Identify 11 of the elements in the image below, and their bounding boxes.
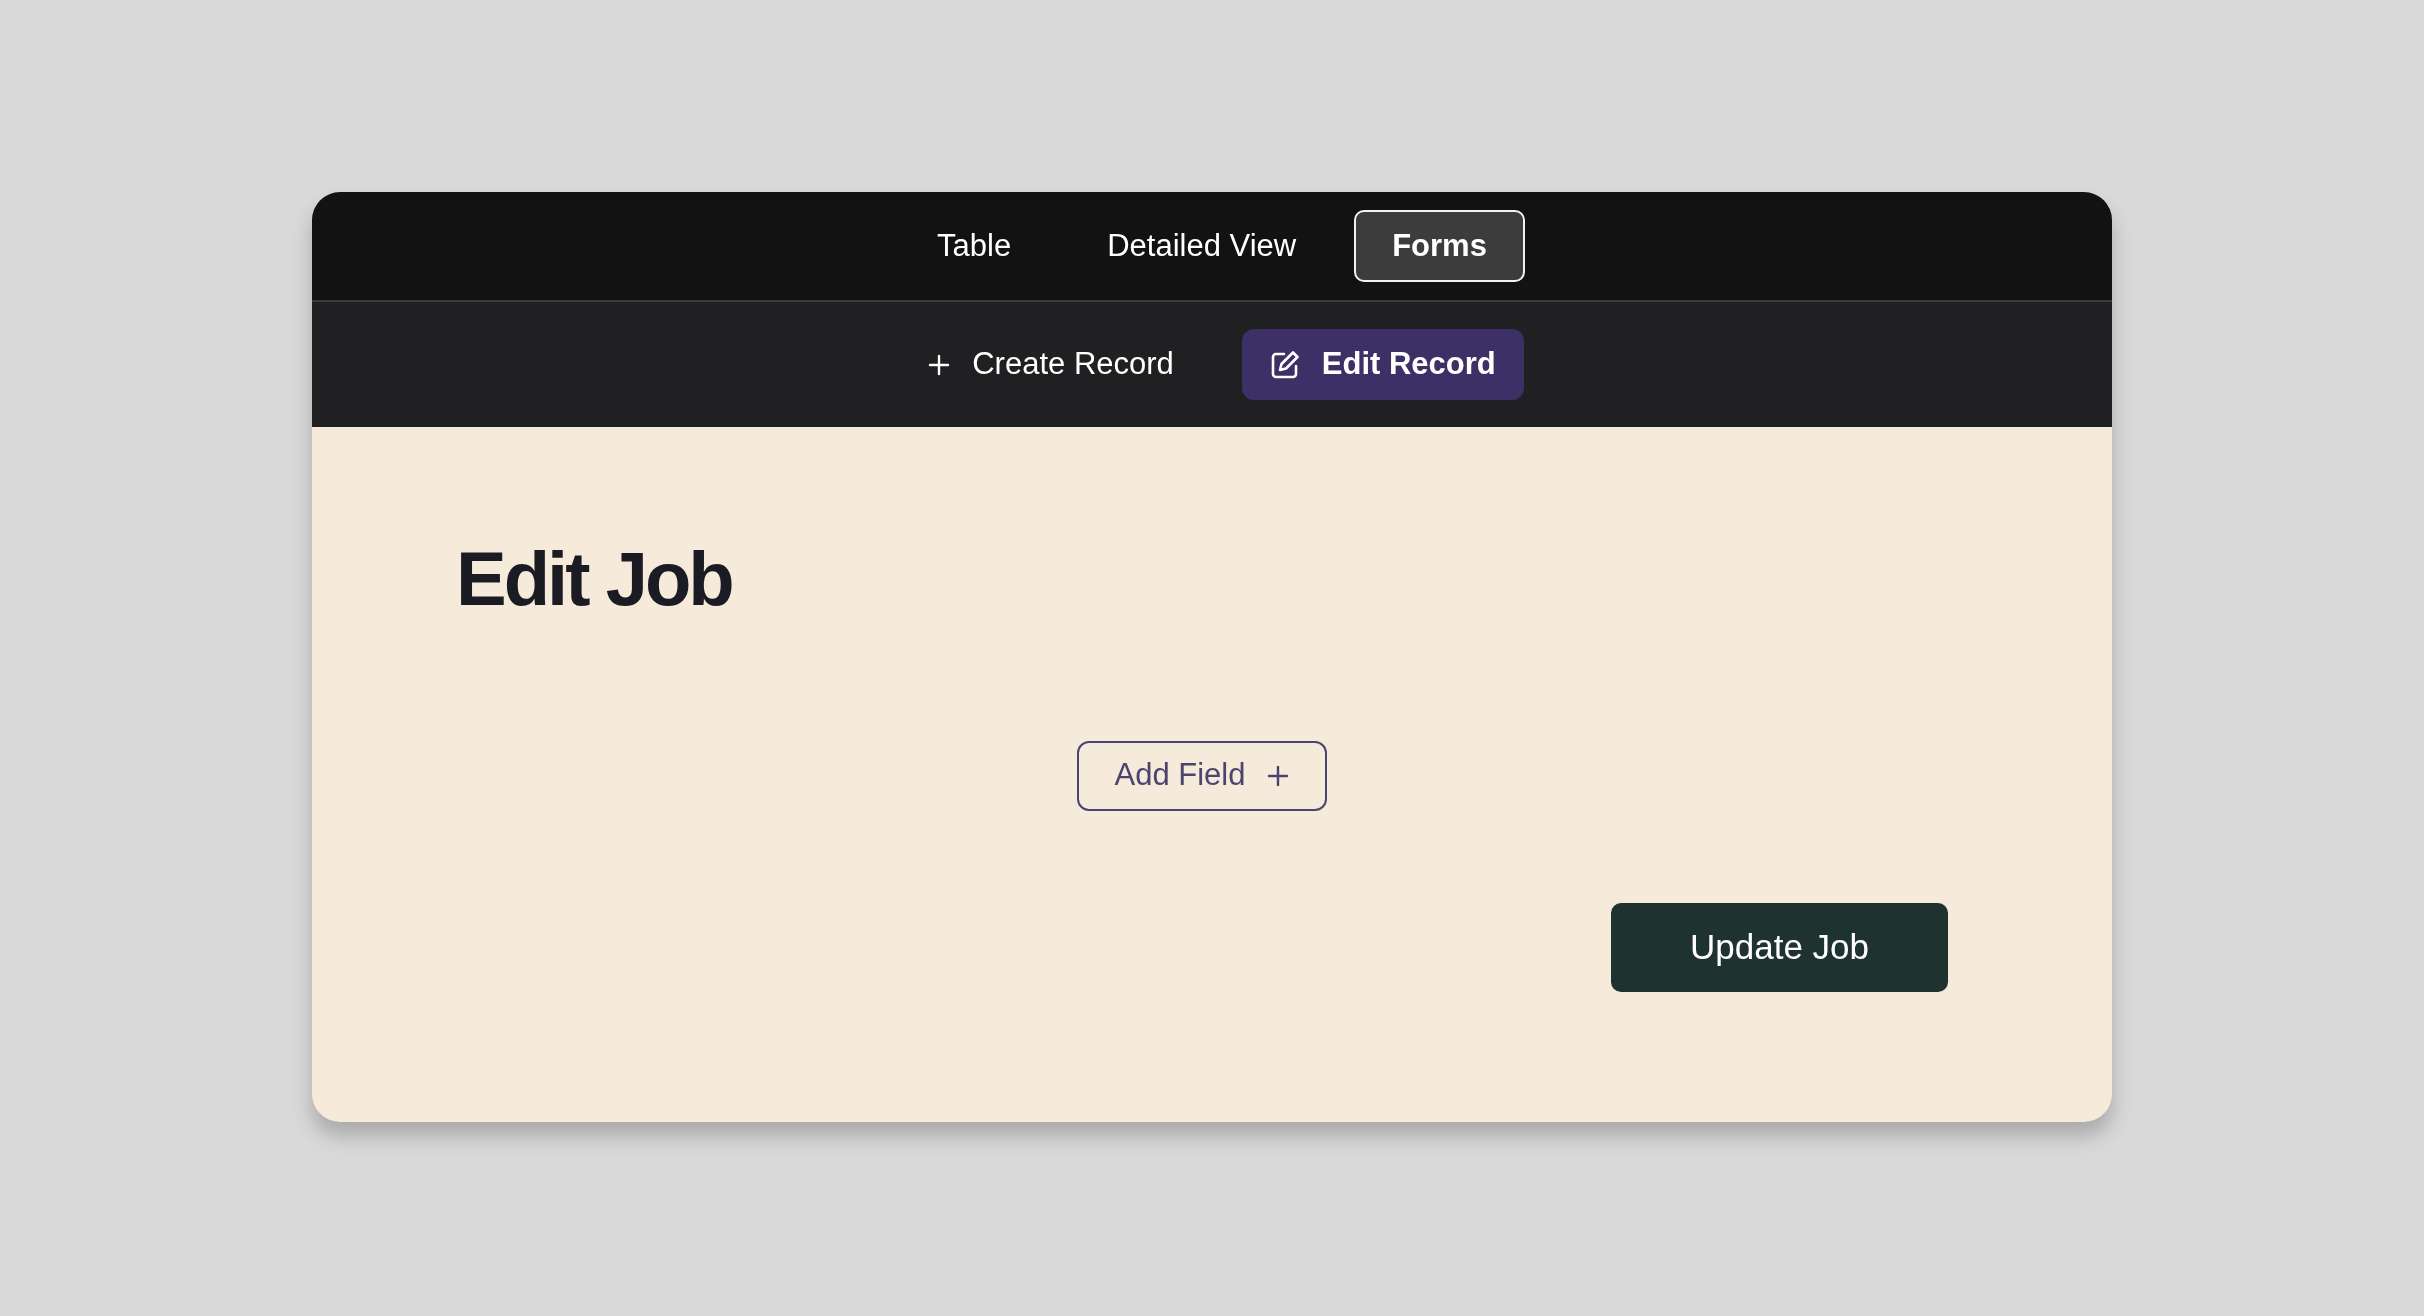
update-button[interactable]: Update Job	[1611, 902, 1948, 992]
tab[interactable]: Detailed View	[1069, 210, 1335, 282]
add-field-button[interactable]: Add Field	[1077, 740, 1327, 811]
plus-icon	[928, 353, 951, 376]
tab[interactable]: Table	[899, 210, 1050, 282]
action-button[interactable]: Edit Record	[1241, 329, 1524, 400]
edit-icon	[1269, 349, 1300, 380]
page-title: Edit Job	[456, 537, 733, 621]
plus-icon	[1267, 764, 1290, 787]
tab[interactable]: Forms	[1354, 210, 1525, 282]
action-button[interactable]: Create Record	[900, 329, 1202, 400]
